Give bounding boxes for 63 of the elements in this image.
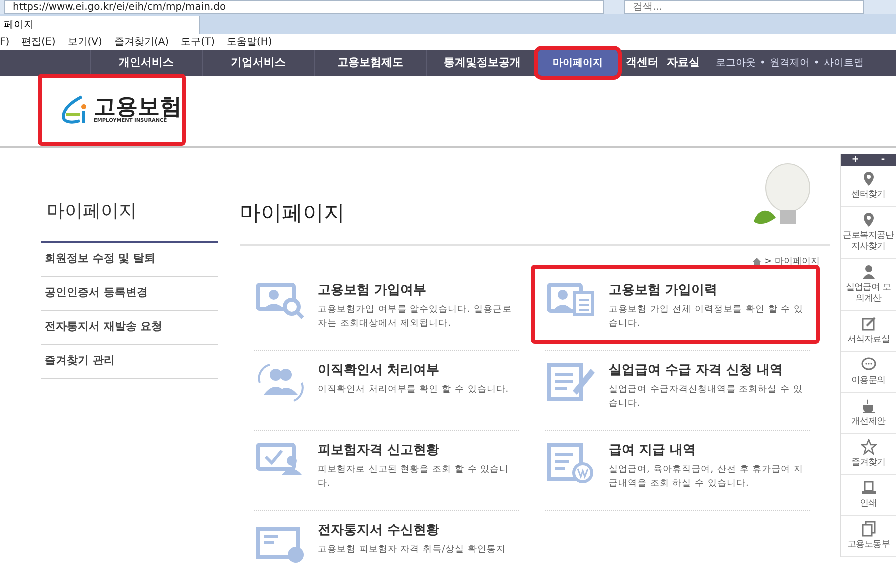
card-description: 이직확인서 처리여부를 확인 할 수 있습니다. <box>318 384 510 396</box>
quick-menu-item[interactable]: 인쇄 <box>859 499 878 510</box>
quick-menu-item[interactable]: 개선제안 <box>850 417 886 428</box>
card-description: 고용보험 피보험자 자격 취득/상실 확인통지 <box>318 544 506 556</box>
menu-item[interactable]: 즐겨찾기(A) <box>114 34 170 50</box>
card-title[interactable]: 실업급여 수급 자격 신청 내역 <box>609 361 810 380</box>
sidebar-item[interactable]: 전자통지서 재발송 요청 <box>41 311 218 345</box>
quick-menu-item[interactable]: 즐겨찾기 <box>850 458 886 469</box>
nav-item[interactable]: 고용보험제도 <box>314 50 426 76</box>
pencil-square-icon <box>860 316 876 332</box>
sidebar-item[interactable]: 즐겨찾기 관리 <box>41 345 218 379</box>
quick-menu-item[interactable]: 근로복지공단 지사찾기 <box>841 231 896 253</box>
utility-link[interactable]: 원격제어 <box>770 56 810 70</box>
card-description: 고용보험가입 여부를 알수있습니다. 일용근로자는 조회대상에서 제외됩니다. <box>318 304 513 330</box>
home-icon <box>752 258 761 266</box>
breadcrumb[interactable]: > 마이페이지 <box>764 256 820 269</box>
separator-dot: • <box>814 56 820 70</box>
card-title[interactable]: 이직확인서 처리여부 <box>318 361 510 380</box>
nav-item[interactable]: 마이페이지 <box>538 50 618 76</box>
nav-item[interactable]: 기업서비스 <box>202 50 314 76</box>
card-description: 실업급여, 육아휴직급여, 산전 후 휴가급여 지급내역을 조회 하실 수 있습니다. <box>609 464 805 490</box>
card-title[interactable]: 급여 지급 내역 <box>609 441 810 460</box>
menu-item[interactable]: 편집(E) <box>22 34 56 50</box>
people-arrows-icon <box>256 361 306 403</box>
browser-tab[interactable]: 페이지 <box>0 16 200 34</box>
card-title[interactable]: 고용보험 가입이력 <box>609 281 810 300</box>
person-icon <box>860 264 876 280</box>
menu-item[interactable]: 도움말(H) <box>227 34 272 50</box>
sidebar-title: 마이페이지 <box>46 200 138 224</box>
utility-link[interactable]: 사이트맵 <box>824 56 864 70</box>
utility-link[interactable]: 로그아웃 <box>716 56 756 70</box>
card-description: 실업급여 수급자격신청내역를 조회하실 수 있습니다. <box>609 384 804 410</box>
search-field[interactable]: 검색... <box>624 0 864 14</box>
card-title[interactable]: 고용보험 가입여부 <box>318 281 519 300</box>
sidebar-item[interactable]: 공인인증서 등록변경 <box>41 277 218 311</box>
nav-item[interactable]: 개인서비스 <box>90 50 202 76</box>
logo-title: 고용보험 <box>94 96 182 118</box>
printer-icon <box>860 480 876 496</box>
card-title[interactable]: 피보험자격 신고현황 <box>318 441 519 460</box>
sidebar-item[interactable]: 회원정보 수정 및 탈퇴 <box>41 243 218 277</box>
menu-item[interactable]: F) <box>0 34 10 50</box>
zoom-control[interactable]: + <box>852 156 860 164</box>
quick-menu-item[interactable]: 센터찾기 <box>850 190 886 201</box>
card-description: 고용보험 가입 전체 이력정보를 확인 할 수 있습니다. <box>609 304 805 330</box>
page-title: 마이페이지 <box>240 200 345 227</box>
quick-menu-item[interactable]: 이용문의 <box>850 376 886 387</box>
quick-menu-item[interactable]: 서식자료실 <box>846 335 891 346</box>
document-pencil-icon <box>547 361 597 403</box>
menu-item[interactable]: 보기(V) <box>68 34 102 50</box>
nav-link[interactable]: 객센터 <box>626 54 659 72</box>
card-description: 피보험자로 신고된 현황을 조회 할 수 있습니다. <box>318 464 510 490</box>
nav-link[interactable]: 자료실 <box>667 54 700 72</box>
quick-menu-item[interactable]: 고용노동부 <box>846 540 891 551</box>
coffee-cup-icon <box>860 398 876 414</box>
card-title[interactable]: 전자통지서 수신현황 <box>318 521 506 540</box>
menu-item[interactable]: 도구(T) <box>181 34 216 50</box>
quick-menu-item[interactable]: 실업급여 모의계산 <box>841 283 896 305</box>
zoom-control[interactable]: - <box>881 156 886 164</box>
separator-dot: • <box>760 56 766 70</box>
speech-bubble-icon <box>860 357 876 373</box>
copy-icon <box>860 521 876 537</box>
address-bar[interactable]: https://www.ei.go.kr/ei/eih/cm/mp/main.do <box>4 0 604 14</box>
star-icon <box>860 439 876 455</box>
